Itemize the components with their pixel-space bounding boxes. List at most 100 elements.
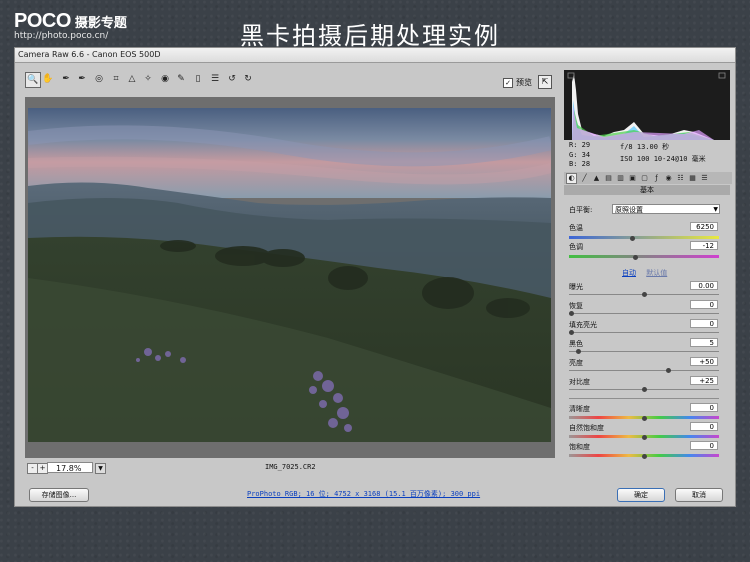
adjust-slider[interactable] [569,311,719,317]
adjust-label: 曝光 [569,283,583,291]
adjust-slider-thumb[interactable] [641,387,647,392]
tab-snapshots-icon[interactable]: ▦ [688,174,697,183]
bottom-bar: 存储图像... ProPhoto RGB; 16 位; 4752 x 3168 … [15,480,737,506]
adjust-slider-thumb[interactable] [641,292,647,297]
adjust-value-field[interactable]: 0 [690,422,718,431]
open-button[interactable]: 确定 [617,488,665,502]
camera-info: f/8 13.00 秒 ISO 100 10-24@10 毫米 [620,141,706,165]
adjust-slider[interactable] [569,454,719,460]
adjust-slider-thumb[interactable] [641,435,647,440]
adjust-value-field[interactable]: +25 [690,376,718,385]
workflow-options-link[interactable]: ProPhoto RGB; 16 位; 4752 x 3168 (15.1 百万… [247,489,480,499]
logo-brand: POCO [14,10,71,32]
tint-field[interactable]: -12 [690,241,718,250]
tint-slider[interactable] [569,255,719,261]
rotate-cw-icon[interactable]: ↻ [241,72,255,86]
auto-link[interactable]: 自动 [622,269,636,277]
adjust-value-field[interactable]: 0 [690,300,718,309]
tab-camera-calibration-icon[interactable]: ◉ [664,174,673,183]
photo-preview [28,108,551,442]
fullscreen-icon[interactable]: ⇱ [538,75,552,89]
adjust-slider-thumb[interactable] [569,330,574,335]
poco-logo: POCO 摄影专题 http://photo.poco.cn/ [14,10,127,41]
divider [569,398,719,399]
temp-field[interactable]: 6250 [690,222,718,231]
basic-panel: 白平衡: 原照设置 ▼ 色温 6250 色调 -12 自动 默认值 曝光 0.00… [564,196,730,466]
adjust-label: 填充亮光 [569,321,597,329]
r-value: R: 29 [569,141,591,149]
rotate-ccw-icon[interactable]: ↺ [225,72,239,86]
panel-menu-icon[interactable]: ☰ [700,174,709,183]
adjust-label: 对比度 [569,378,590,386]
spot-removal-tool-icon[interactable]: ✧ [141,72,155,86]
adjust-value-field[interactable]: +50 [690,357,718,366]
tab-tone-curve-icon[interactable]: ╱ [580,174,589,183]
white-balance-tool-icon[interactable]: ✒ [59,72,73,86]
adjust-slider-thumb[interactable] [576,349,582,354]
adjust-slider-thumb[interactable] [641,416,647,421]
target-adjust-tool-icon[interactable]: ◎ [92,72,106,86]
adjust-label: 恢复 [569,302,583,310]
adjust-slider[interactable] [569,349,719,355]
tab-fx-icon[interactable]: ƒ [652,174,661,183]
cancel-button[interactable]: 取消 [675,488,723,502]
g-value: G: 34 [569,150,591,159]
adjust-value-field[interactable]: 0.00 [690,281,718,290]
iso-lens: ISO 100 10-24@10 毫米 [620,155,706,163]
panel-header: 基本 [564,185,730,195]
tab-detail-icon[interactable]: ▲ [592,174,601,183]
color-sampler-tool-icon[interactable]: ✒ [75,72,89,86]
adjust-slider-thumb[interactable] [666,368,672,373]
adjust-slider[interactable] [569,292,719,298]
temp-label: 色温 [569,224,583,232]
auto-default-links: 自动 默认值 [622,268,675,278]
adjust-slider-thumb[interactable] [569,311,574,316]
tab-split-toning-icon[interactable]: ▥ [616,174,625,183]
adjust-slider-thumb[interactable] [641,454,647,459]
status-bar: - + 17.8% ▼ IMG_7025.CR2 [25,461,555,475]
adjust-label: 清晰度 [569,405,590,413]
white-balance-select[interactable]: 原照设置 ▼ [612,204,720,214]
zoom-tool-icon[interactable]: 🔍 [25,72,41,88]
pixel-info: R: 29 G: 34 B: 28 f/8 13.00 秒 ISO 100 10… [564,140,730,172]
preview-toggle[interactable]: ✓ 预览 [503,77,532,88]
zoom-level[interactable]: 17.8% [47,462,93,473]
adjust-slider[interactable] [569,368,719,374]
adjust-slider[interactable] [569,387,719,393]
tab-presets-icon[interactable]: ☷ [676,174,685,183]
adjust-slider[interactable] [569,330,719,336]
image-canvas[interactable] [25,97,555,458]
adjustment-brush-tool-icon[interactable]: ✎ [174,72,188,86]
temp-slider-thumb[interactable] [629,236,635,241]
save-image-button[interactable]: 存储图像... [29,488,89,502]
adjust-label: 黑色 [569,340,583,348]
tab-hsl-icon[interactable]: ▤ [604,174,613,183]
adjust-value-field[interactable]: 0 [690,403,718,412]
tint-slider-thumb[interactable] [632,255,638,260]
straighten-tool-icon[interactable]: △ [125,72,139,86]
default-link[interactable]: 默认值 [646,269,667,277]
graduated-filter-tool-icon[interactable]: ▯ [191,72,205,86]
wb-value: 原照设置 [615,206,643,214]
rgb-readout: R: 29 G: 34 B: 28 [569,141,590,170]
adjust-label: 亮度 [569,359,583,367]
preferences-tool-icon[interactable]: ☰ [208,72,222,86]
tab-effects-icon[interactable]: ▢ [640,174,649,183]
histogram [564,70,730,140]
chevron-down-icon: ▼ [713,206,718,213]
tab-basic-icon[interactable]: ◐ [566,172,577,184]
adjust-value-field[interactable]: 0 [690,319,718,328]
adjust-label: 自然饱和度 [569,424,604,432]
red-eye-tool-icon[interactable]: ◉ [158,72,172,86]
crop-tool-icon[interactable]: ⌗ [109,72,123,86]
preview-label: 预览 [516,78,532,87]
window-title: Camera Raw 6.6 - Canon EOS 500D [15,48,735,63]
preview-checkbox[interactable]: ✓ [503,77,513,88]
tab-lens-icon[interactable]: ▣ [628,174,637,183]
adjust-value-field[interactable]: 5 [690,338,718,347]
hand-tool-icon[interactable]: ✋ [41,72,55,86]
aperture-shutter: f/8 13.00 秒 [620,143,670,151]
zoom-dropdown-icon[interactable]: ▼ [95,463,106,474]
panel-tabs: ◐ ╱ ▲ ▤ ▥ ▣ ▢ ƒ ◉ ☷ ▦ ☰ [564,172,732,184]
adjust-value-field[interactable]: 0 [690,441,718,450]
